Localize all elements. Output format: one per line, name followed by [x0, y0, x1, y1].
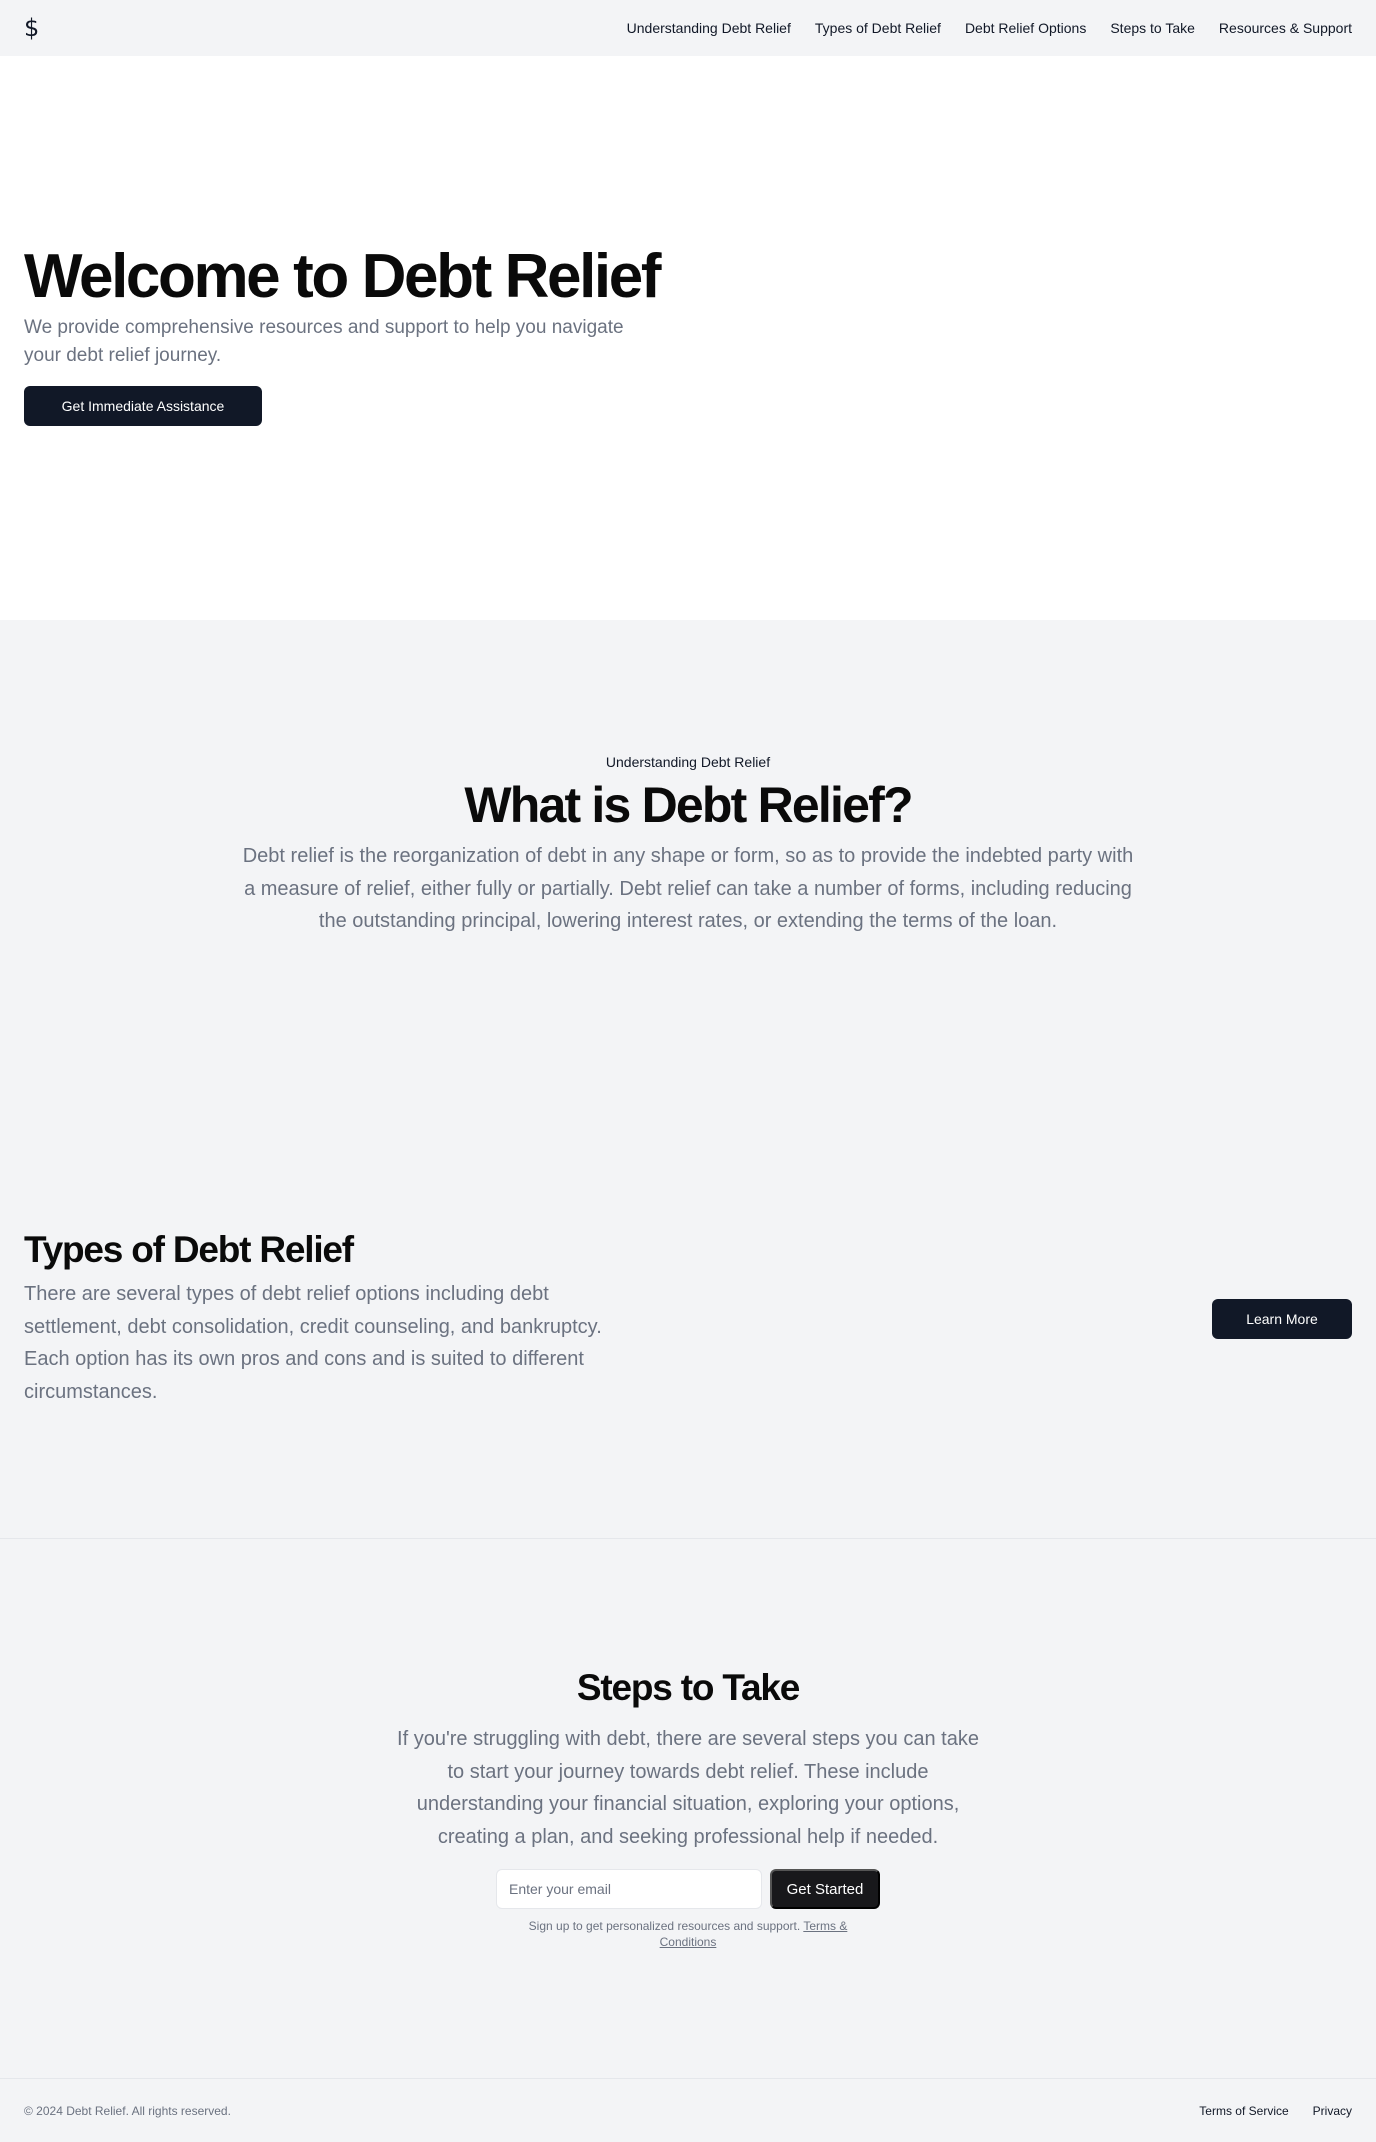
copyright-text: © 2024 Debt Relief. All rights reserved.	[24, 2103, 231, 2118]
steps-to-take-text: If you're struggling with debt, there ar…	[397, 1728, 979, 1848]
get-immediate-assistance-button[interactable]: Get Immediate Assistance	[24, 386, 262, 426]
site-footer: © 2024 Debt Relief. All rights reserved.…	[0, 2078, 1376, 2142]
steps-section: Steps to Take If you're struggling with …	[0, 1539, 1376, 2078]
hero-title: Welcome to Debt Relief	[24, 242, 661, 311]
privacy-link[interactable]: Privacy	[1313, 2104, 1352, 2118]
site-header: $ Understanding Debt Relief Types of Deb…	[0, 0, 1376, 56]
what-is-debt-relief-title: What is Debt Relief?	[464, 777, 913, 833]
section-eyebrow: Understanding Debt Relief	[605, 754, 771, 770]
hero-content: Welcome to Debt Relief We provide compre…	[24, 244, 664, 426]
types-of-debt-relief-title: Types of Debt Relief	[24, 1229, 354, 1270]
what-is-debt-relief-text: Debt relief is the reorganization of deb…	[242, 845, 1134, 932]
dollar-sign-icon[interactable]: $	[24, 14, 48, 42]
main-nav: Understanding Debt Relief Types of Debt …	[627, 18, 1352, 38]
terms-of-service-link[interactable]: Terms of Service	[1199, 2104, 1288, 2118]
nav-link-steps-to-take[interactable]: Steps to Take	[1110, 18, 1195, 38]
nav-link-resources-support[interactable]: Resources & Support	[1219, 18, 1352, 38]
signup-note-text: Sign up to get personalized resources an…	[528, 1919, 801, 1933]
email-input[interactable]	[496, 1869, 762, 1909]
hero-section: Welcome to Debt Relief We provide compre…	[0, 56, 1376, 620]
get-started-button[interactable]: Get Started	[770, 1869, 880, 1909]
signup-note: Sign up to get personalized resources an…	[508, 1918, 868, 1950]
nav-link-types-of-debt-relief[interactable]: Types of Debt Relief	[815, 18, 941, 38]
types-of-debt-relief-text: There are several types of debt relief o…	[24, 1283, 602, 1403]
understanding-section: Understanding Debt Relief What is Debt R…	[0, 620, 1376, 1538]
learn-more-button[interactable]: Learn More	[1212, 1299, 1352, 1339]
nav-link-understanding-debt-relief[interactable]: Understanding Debt Relief	[627, 18, 791, 38]
signup-form: Get Started	[496, 1869, 880, 1909]
nav-link-debt-relief-options[interactable]: Debt Relief Options	[965, 18, 1086, 38]
steps-to-take-title: Steps to Take	[576, 1667, 800, 1708]
footer-nav: Terms of Service Privacy	[1199, 2104, 1352, 2118]
hero-subtitle: We provide comprehensive resources and s…	[24, 317, 624, 366]
